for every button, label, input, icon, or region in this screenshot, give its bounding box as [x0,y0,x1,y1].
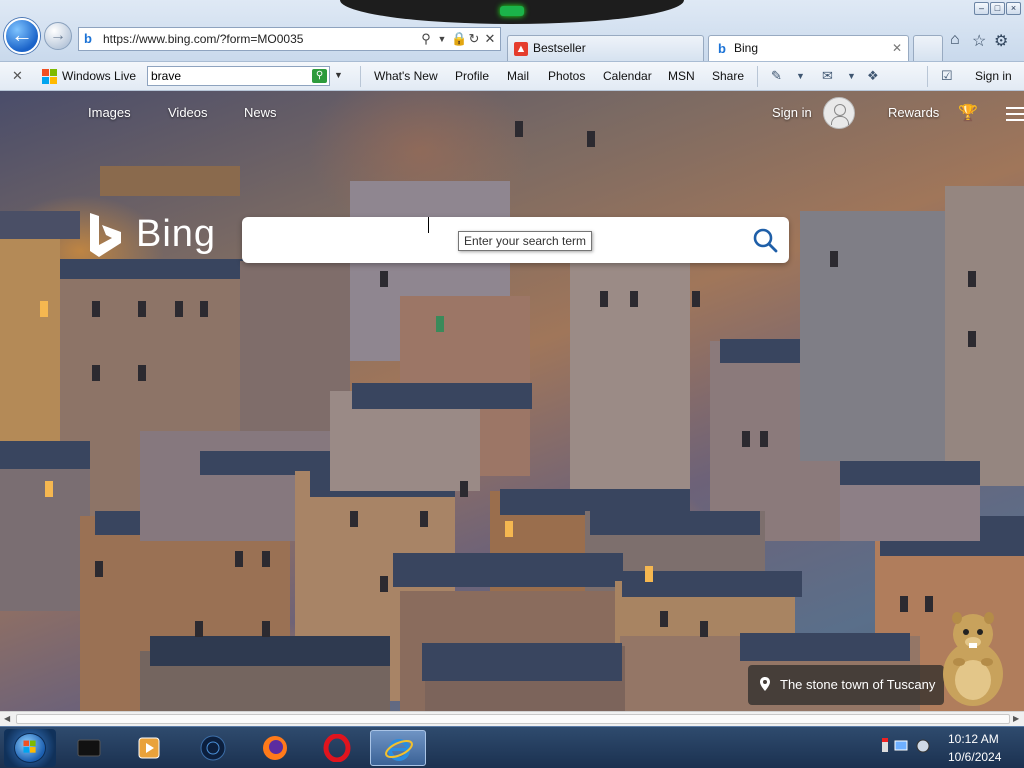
close-button[interactable]: × [1006,2,1021,15]
toolbar-right: ⌂ ☆ ⚙ [948,26,1024,56]
bing-nav-news[interactable]: News [244,105,277,120]
bing-nav-images[interactable]: Images [88,105,131,120]
close-toolbar-icon[interactable]: ✕ [12,68,23,84]
address-url[interactable]: https://www.bing.com/?form=MO0035 [103,32,303,46]
search-icon[interactable]: ⚲ [419,31,433,47]
search-icon[interactable] [752,227,778,253]
taskbar [0,726,1024,768]
rewards-link[interactable]: Rewards [888,105,939,120]
notch-led-icon [500,6,524,16]
location-pin-icon [760,677,770,691]
bing-logo-icon [90,213,121,257]
maximize-button[interactable]: □ [990,2,1005,15]
windows-live-label[interactable]: Windows Live [62,69,136,83]
tab-bing[interactable]: b Bing ✕ [708,35,909,61]
refresh-icon[interactable]: ↻ [467,31,481,47]
battery-icon[interactable] [878,733,892,757]
bing-logo[interactable]: Bing [88,211,218,263]
text-cursor [428,217,429,233]
stop-icon[interactable]: ✕ [483,31,497,47]
image-caption[interactable]: The stone town of Tuscany [748,665,944,705]
taskbar-app-media-player[interactable] [124,730,174,766]
windows-live-search-input[interactable] [148,67,303,85]
scroll-right-icon[interactable]: ▶ [1013,714,1019,723]
avatar[interactable] [823,97,855,129]
mail-link[interactable]: Mail [507,69,529,83]
dropdown-icon[interactable]: ▼ [847,71,856,81]
divider [757,66,758,87]
network-globe-icon [200,735,226,761]
internet-explorer-icon [385,739,413,761]
start-button[interactable] [4,729,56,767]
bing-tab-icon: b [718,41,726,56]
scrollbar-thumb[interactable] [16,714,1010,724]
sign-in-link[interactable]: Sign in [975,69,1012,83]
lock-icon[interactable]: 🔒 [451,31,467,47]
clock-date[interactable]: 10/6/2024 [948,750,1001,764]
windows-live-logo-icon [42,69,57,84]
windows-orb-icon [14,733,46,763]
bing-favicon-icon: b [84,31,92,46]
tab-close-icon[interactable]: ✕ [892,41,902,55]
bing-sign-in-link[interactable]: Sign in [772,105,812,120]
taskbar-app-internet-explorer[interactable] [370,730,426,766]
trophy-icon[interactable]: 🏆 [958,103,978,123]
favorites-icon[interactable]: ☆ [972,31,986,51]
blog-edit-icon[interactable]: ✎ [771,68,782,84]
media-player-icon [138,737,160,759]
translate-icon[interactable]: ❖ [867,68,879,84]
tab-label: Bing [734,41,759,55]
tab-label: Bestseller [533,41,586,55]
windows-live-search-box[interactable]: ⚲ [147,66,330,86]
new-tab-button[interactable] [913,35,943,61]
browser-titlebar: – □ × ← → b https://www.bing.com/?form=M… [0,0,1024,62]
whats-new-link[interactable]: What's New [374,69,438,83]
msn-link[interactable]: MSN [668,69,695,83]
caption-text: The stone town of Tuscany [780,677,936,692]
settings-gear-icon[interactable]: ⚙ [994,31,1008,51]
divider [927,66,928,87]
checkbox-icon[interactable]: ☑ [941,68,953,84]
share-link[interactable]: Share [712,69,744,83]
photos-link[interactable]: Photos [548,69,585,83]
dropdown-icon[interactable]: ▼ [796,71,805,81]
clock-time[interactable]: 10:12 AM [948,732,999,746]
taskbar-app-network[interactable] [188,730,238,766]
divider [360,66,361,87]
calendar-link[interactable]: Calendar [603,69,652,83]
volume-icon[interactable] [916,739,930,753]
taskbar-app-firefox[interactable] [250,730,300,766]
network-tray-icon[interactable] [894,739,908,753]
bing-nav-videos[interactable]: Videos [168,105,208,120]
profile-link[interactable]: Profile [455,69,489,83]
search-tooltip: Enter your search term [458,231,593,251]
taskbar-app-terminal[interactable] [64,730,114,766]
bing-homepage: Images Videos News Sign in Rewards 🏆 Bin… [0,91,1024,711]
terminal-icon [77,739,101,757]
command-bar: ✕ Windows Live ⚲ ▼ What's New Profile Ma… [0,62,1024,91]
taskbar-app-opera[interactable] [312,730,362,766]
forward-button[interactable]: → [44,22,72,50]
bing-logo-text: Bing [136,213,217,255]
background-photo [0,91,1024,711]
minimize-button[interactable]: – [974,2,989,15]
firefox-icon [263,736,287,760]
dropdown-icon[interactable]: ▼ [435,31,449,47]
scroll-left-icon[interactable]: ◀ [4,714,10,723]
search-go-icon[interactable]: ⚲ [312,69,327,83]
bestseller-tab-icon: ▲ [514,42,528,56]
mail-compose-icon[interactable]: ✉ [822,68,833,84]
horizontal-scrollbar[interactable]: ◀ ▶ [0,711,1024,726]
address-bar[interactable]: b https://www.bing.com/?form=MO0035 ⚲ ▼ … [78,27,501,51]
tab-bestseller[interactable]: ▲ Bestseller [507,35,704,61]
opera-icon [323,734,351,762]
home-icon[interactable]: ⌂ [950,31,960,49]
hamster-mascot-icon[interactable] [940,606,1006,708]
back-button[interactable]: ← [4,18,40,54]
search-dropdown-icon[interactable]: ▼ [334,70,343,80]
hamburger-menu-icon[interactable] [1006,107,1024,121]
window-notch [340,0,684,24]
